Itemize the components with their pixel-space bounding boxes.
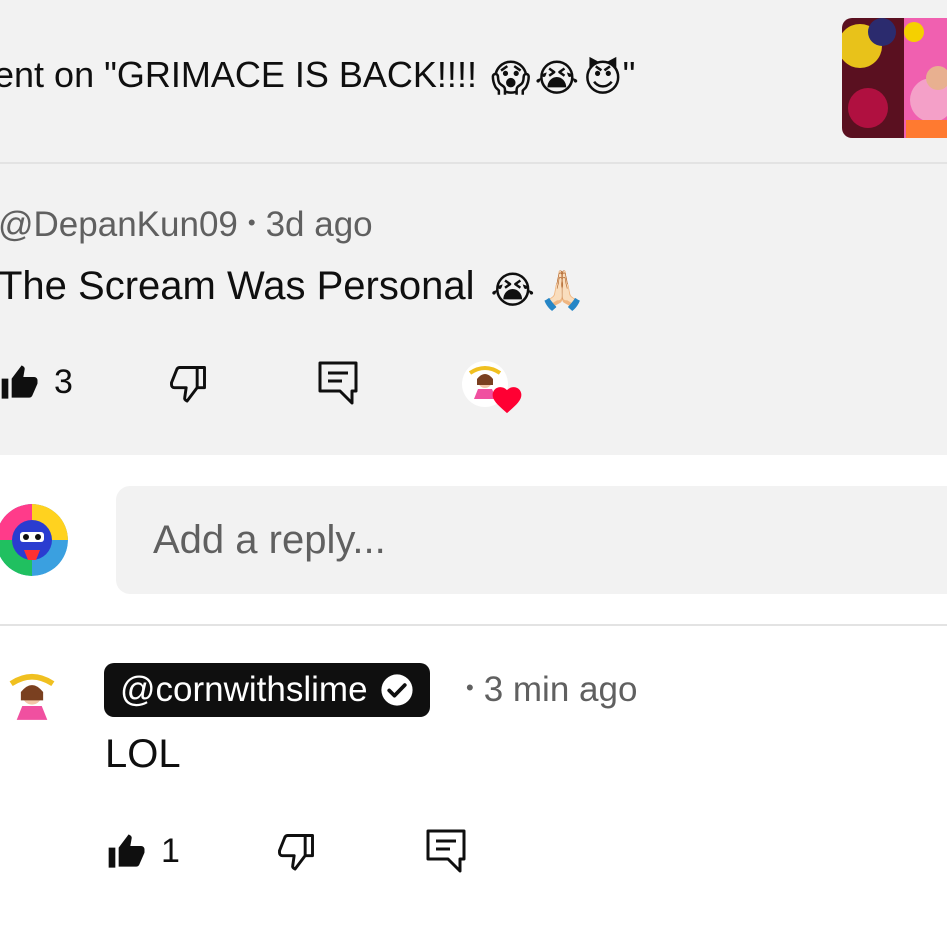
- like-count: 3: [54, 362, 73, 401]
- reply-like-button[interactable]: 1: [107, 831, 180, 871]
- comment-text: The Scream Was Personal: [0, 264, 475, 308]
- reply-meta: • 3 min ago: [456, 670, 637, 710]
- comment-reply-button[interactable]: [318, 361, 358, 407]
- meta-separator: •: [247, 210, 256, 235]
- comment-like-button[interactable]: 3: [0, 362, 73, 402]
- emoji-scream: 😱: [490, 58, 531, 100]
- reply-text: LOL: [105, 732, 181, 776]
- reply-icon: [318, 361, 358, 407]
- meta-separator: •: [466, 675, 474, 700]
- thumbs-down-icon: [166, 362, 210, 406]
- emoji-praying-hands: 🙏🏻: [538, 270, 587, 312]
- reply-time: 3 min ago: [483, 670, 638, 709]
- thumbs-down-icon: [274, 830, 318, 874]
- verified-check-icon: [380, 674, 413, 706]
- reply-dislike-button[interactable]: [274, 830, 318, 874]
- emoji-crying: 😭: [490, 270, 535, 312]
- comment-time: 3d ago: [265, 205, 373, 244]
- comment-author[interactable]: @DepanKun09: [0, 205, 238, 244]
- thumbs-up-icon: [107, 831, 147, 871]
- reply-reply-button[interactable]: [426, 829, 466, 875]
- comment-meta: @DepanKun09 • 3d ago: [0, 205, 373, 245]
- reply-author: @cornwithslime: [120, 670, 368, 709]
- thumbs-up-icon: [0, 362, 40, 402]
- user-avatar[interactable]: [0, 504, 68, 576]
- context-title-text: ent on "GRIMACE IS BACK!!!!: [0, 54, 487, 95]
- reply-author-avatar[interactable]: [0, 667, 64, 731]
- reply-author-badge[interactable]: @cornwithslime: [104, 663, 430, 717]
- video-thumbnail[interactable]: [842, 18, 947, 138]
- divider: [0, 624, 947, 626]
- emoji-devil: 😈: [582, 58, 623, 100]
- heart-icon: [492, 387, 522, 414]
- like-count: 1: [161, 831, 180, 870]
- reply-icon: [426, 829, 466, 875]
- emoji-crying: 😭: [534, 58, 579, 100]
- context-title[interactable]: ent on "GRIMACE IS BACK!!!! 😱 😭 😈": [0, 54, 635, 101]
- comment-dislike-button[interactable]: [166, 362, 210, 406]
- context-title-closing-quote: ": [622, 54, 636, 95]
- reply-input[interactable]: [116, 486, 947, 594]
- comment-body: The Scream Was Personal 😭 🙏🏻: [0, 264, 586, 313]
